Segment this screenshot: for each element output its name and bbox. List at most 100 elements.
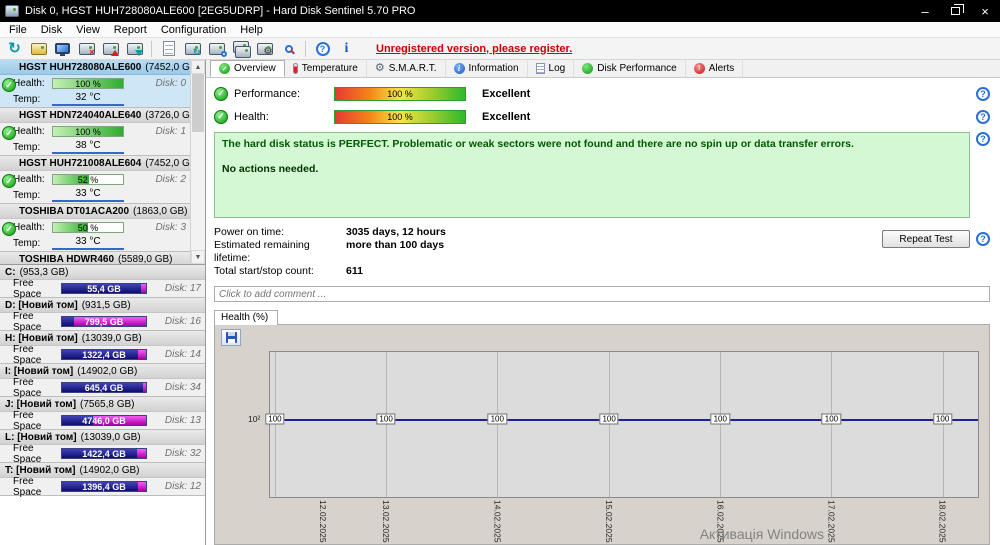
disk-number: Disk: 13	[164, 415, 201, 426]
partition-item-h[interactable]: H: [Новий том] (13039,0 GB) Free Space 13…	[0, 331, 205, 366]
save-chart-button[interactable]	[221, 329, 241, 346]
disk-list-item-4[interactable]: TOSHIBA HDWR460 (5589,0 GB)	[0, 252, 190, 264]
menu-configuration[interactable]: Configuration	[154, 22, 233, 37]
partition-size: (7565,8 GB)	[80, 398, 135, 410]
partition-item-i[interactable]: I: [Новий том] (14902,0 GB) Free Space 64…	[0, 364, 205, 399]
temp-label: Temp:	[13, 141, 41, 153]
health-label: Health:	[13, 221, 45, 233]
disk-number: Disk: 0	[155, 77, 186, 89]
status-text: The hard disk status is PERFECT. Problem…	[222, 138, 854, 150]
scroll-down-button[interactable]: ▼	[191, 250, 205, 264]
status-ok-icon: ✓	[214, 86, 228, 101]
menu-report[interactable]: Report	[107, 22, 154, 37]
register-link[interactable]: Unregistered version, please register.	[376, 43, 572, 55]
scrollbar-thumb[interactable]	[192, 74, 204, 132]
performance-icon	[582, 63, 594, 74]
tab-disk-performance[interactable]: Disk Performance	[574, 60, 686, 77]
disk-warning-icon[interactable]	[28, 39, 49, 59]
windows-activation-watermark: Активація Windows	[699, 526, 824, 542]
scroll-up-button[interactable]: ▲	[191, 60, 205, 74]
health-ok-icon: ✓	[2, 126, 16, 140]
help-icon[interactable]: ?	[976, 109, 990, 124]
disk-list-item-3[interactable]: ✓ TOSHIBA DT01ACA200 (1863,0 GB) Health: …	[0, 204, 190, 252]
disk-sync-icon[interactable]: ↻	[182, 39, 203, 59]
refresh-icon[interactable]: ↻	[4, 39, 25, 59]
y-axis-label: 10²	[248, 413, 261, 424]
report-icon[interactable]	[158, 39, 179, 59]
health-label: Health:	[13, 125, 45, 137]
status-ok-icon: ✓	[214, 109, 228, 124]
sidebar: ✓ HGST HUH728080ALE600(7452,0 GB) Health…	[0, 60, 206, 545]
disk-name: HGST HUH721008ALE604	[19, 157, 142, 169]
title-bar: Disk 0, HGST HUH728080ALE600 [2EG5UDRP] …	[0, 0, 1000, 22]
partition-item-c[interactable]: C: (953,3 GB) Free Space 55,4 GB Disk: 17	[0, 265, 205, 300]
gear-icon: ⚙	[374, 62, 385, 74]
temp-value: 32 °C	[52, 92, 124, 106]
disk-list-item-2[interactable]: ✓ HGST HUH721008ALE604(7452,0 GB) Health…	[0, 156, 190, 204]
info-icon: i	[453, 63, 465, 74]
partition-item-d[interactable]: D: [Новий том] (931,5 GB) Free Space 799,…	[0, 298, 205, 333]
data-point-label: 100	[932, 413, 953, 425]
partition-item-j[interactable]: J: [Новий том] (7565,8 GB) Free Space 474…	[0, 397, 205, 432]
menu-disk[interactable]: Disk	[34, 22, 69, 37]
disk-number: Disk: 1	[155, 125, 186, 137]
chart-plot-area: 100 100 100 100 100 100 100 10² 12.02.20…	[248, 351, 979, 543]
tab-information[interactable]: i Information	[446, 60, 528, 77]
chart-tab-health[interactable]: Health (%)	[214, 310, 278, 325]
x-axis-label: 18.02.2025	[937, 500, 948, 543]
overview-icon: ✓	[219, 63, 230, 74]
repeat-test-button[interactable]: Repeat Test	[882, 230, 970, 248]
tab-bar: ✓ Overview Temperature ⚙ S.M.A.R.T. i Infor…	[206, 60, 1000, 78]
window-title: Disk 0, HGST HUH728080ALE600 [2EG5UDRP] …	[25, 5, 416, 17]
start-stop-count-value: 611	[346, 265, 363, 277]
performance-bar: 100 %	[334, 86, 466, 101]
status-action-text: No actions needed.	[222, 163, 319, 175]
tab-log[interactable]: Log	[528, 60, 575, 77]
search-icon[interactable]	[278, 39, 299, 59]
disk-list-item-1[interactable]: ✓ HGST HDN724040ALE640(3726,0 GB) Health…	[0, 108, 190, 156]
alert-icon: !	[693, 63, 705, 74]
partition-size: (13039,0 GB)	[80, 431, 141, 443]
minimize-button[interactable]: –	[910, 0, 940, 22]
help-icon[interactable]: ?	[312, 39, 333, 59]
temp-label: Temp:	[13, 189, 41, 201]
x-axis-label: 15.02.2025	[604, 500, 615, 543]
disk-search-icon[interactable]	[206, 39, 227, 59]
tab-alerts[interactable]: ! Alerts	[686, 60, 744, 77]
restore-button[interactable]	[940, 0, 970, 22]
disk-settings-icon[interactable]: ⚙	[254, 39, 275, 59]
menu-help[interactable]: Help	[233, 22, 270, 37]
partition-item-t[interactable]: T: [Новий том] (14902,0 GB) Free Space 13…	[0, 463, 205, 498]
close-button[interactable]: ×	[970, 0, 1000, 22]
tab-overview[interactable]: ✓ Overview	[210, 60, 285, 77]
health-bar: 100 %	[52, 125, 124, 137]
tab-temperature[interactable]: Temperature	[285, 60, 367, 77]
disk-remove-icon[interactable]: ×	[76, 39, 97, 59]
disk-number: Disk: 34	[164, 382, 201, 393]
help-icon[interactable]: ?	[976, 132, 990, 146]
start-stop-count-label: Total start/stop count:	[214, 265, 314, 277]
comment-input[interactable]	[214, 286, 990, 302]
scrollbar-track[interactable]	[191, 74, 205, 250]
disk-number: Disk: 3	[155, 221, 186, 233]
disk-list-item-0[interactable]: ✓ HGST HUH728080ALE600(7452,0 GB) Health…	[0, 60, 190, 108]
tab-smart[interactable]: ⚙ S.M.A.R.T.	[367, 60, 446, 77]
partition-name: J: [Новий том]	[5, 398, 77, 410]
temp-label: Temp:	[13, 93, 41, 105]
disk-number: Disk: 17	[164, 283, 201, 294]
disks-stack-icon[interactable]	[230, 39, 251, 59]
temp-value: 33 °C	[52, 188, 124, 202]
help-icon[interactable]: ?	[976, 232, 990, 246]
disk-mount-icon[interactable]	[124, 39, 145, 59]
partition-item-l[interactable]: L: [Новий том] (13039,0 GB) Free Space 14…	[0, 430, 205, 465]
menu-file[interactable]: File	[2, 22, 34, 37]
disk-eject-icon[interactable]	[100, 39, 121, 59]
help-icon[interactable]: ?	[976, 86, 990, 101]
disk-size: (7452,0 GB)	[145, 61, 190, 73]
health-ok-icon: ✓	[2, 222, 16, 236]
menu-view[interactable]: View	[69, 22, 107, 37]
disk-name: HGST HDN724040ALE640	[19, 109, 142, 121]
disk-list-scrollbar[interactable]: ▲ ▼	[190, 60, 205, 264]
monitor-icon[interactable]	[52, 39, 73, 59]
info-icon[interactable]: i	[336, 39, 357, 59]
